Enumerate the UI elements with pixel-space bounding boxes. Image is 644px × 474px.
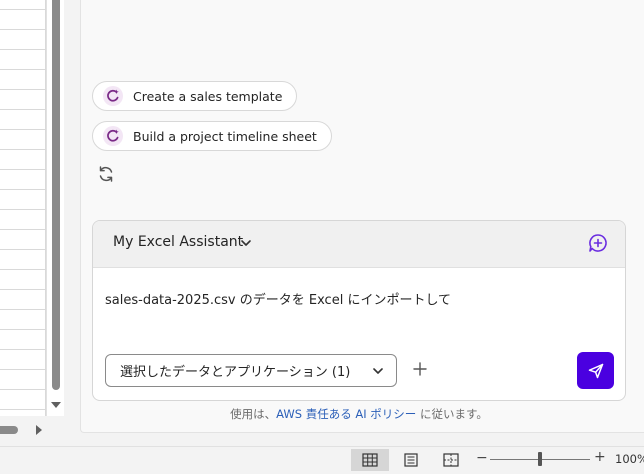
horizontal-scrollbar[interactable] xyxy=(0,416,64,446)
zoom-in-button[interactable]: + xyxy=(594,449,606,465)
horizontal-scroll-thumb[interactable] xyxy=(0,426,18,434)
suggestion-chip-label: Create a sales template xyxy=(133,88,283,104)
refresh-icon[interactable] xyxy=(96,164,116,184)
zoom-level[interactable]: 100% xyxy=(615,452,644,466)
status-bar: − + 100% xyxy=(0,446,644,474)
page-layout-view-button[interactable] xyxy=(392,449,430,471)
page-break-icon xyxy=(443,453,459,467)
send-icon xyxy=(588,363,603,378)
assistant-chat-card: My Excel Assistant sales-data-2025.csv の… xyxy=(92,220,626,401)
vertical-scrollbar[interactable] xyxy=(46,0,65,416)
prompt-input[interactable]: sales-data-2025.csv のデータを Excel にインポートして xyxy=(105,289,451,308)
send-button[interactable] xyxy=(577,352,614,389)
policy-notice: 使用は、AWS 責任ある AI ポリシー に従います。 xyxy=(92,406,626,422)
chevron-down-icon xyxy=(373,368,383,374)
page-layout-icon xyxy=(404,453,418,467)
zoom-out-button[interactable]: − xyxy=(476,450,488,466)
context-selector-button[interactable]: 選択したデータとアプリケーション (1) xyxy=(105,354,397,387)
zoom-slider-thumb[interactable] xyxy=(538,452,542,466)
normal-view-button[interactable] xyxy=(351,449,389,471)
sparkle-refresh-icon xyxy=(103,86,123,106)
suggestion-chip-label: Build a project timeline sheet xyxy=(133,128,317,144)
add-attachment-icon[interactable] xyxy=(411,360,429,378)
grid-view-icon xyxy=(362,453,378,467)
policy-link[interactable]: AWS 責任ある AI ポリシー xyxy=(276,407,416,421)
assistant-card-header: My Excel Assistant xyxy=(93,221,625,268)
sparkle-refresh-icon xyxy=(103,126,123,146)
chevron-down-icon[interactable] xyxy=(239,236,253,250)
suggestion-chip-project-timeline[interactable]: Build a project timeline sheet xyxy=(92,121,332,151)
suggestion-chip-sales-template[interactable]: Create a sales template xyxy=(92,81,298,111)
new-chat-icon[interactable] xyxy=(587,232,609,254)
policy-prefix: 使用は、 xyxy=(230,407,277,421)
spreadsheet-grid[interactable] xyxy=(0,0,46,416)
context-selector-label: 選択したデータとアプリケーション (1) xyxy=(120,365,351,380)
scroll-right-arrow-icon[interactable] xyxy=(36,425,42,435)
vertical-scroll-thumb[interactable] xyxy=(52,0,60,390)
scroll-down-arrow-icon[interactable] xyxy=(51,402,61,408)
agent-selector[interactable]: My Excel Assistant xyxy=(113,234,243,250)
page-break-view-button[interactable] xyxy=(432,449,470,471)
policy-suffix: に従います。 xyxy=(416,407,488,421)
